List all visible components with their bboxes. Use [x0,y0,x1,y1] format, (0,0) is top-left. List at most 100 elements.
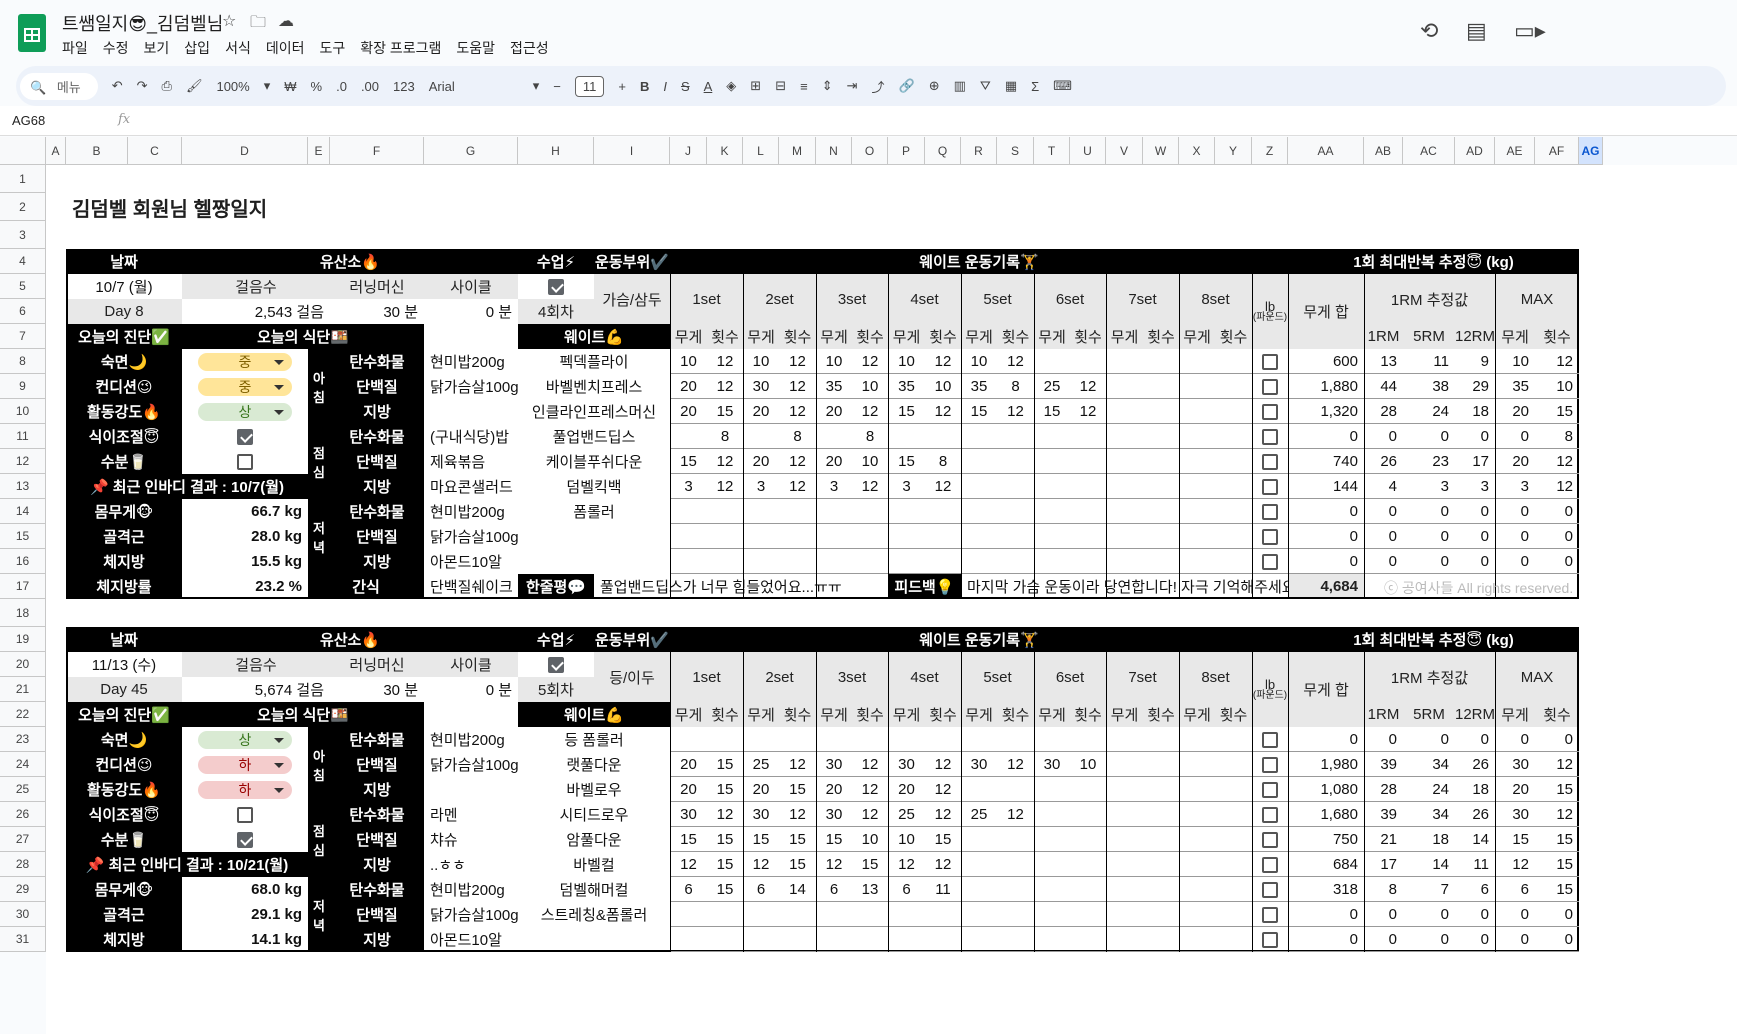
rm-value[interactable]: 0 [1364,424,1403,449]
set-value[interactable] [670,499,707,524]
set-value[interactable] [1179,877,1215,902]
lb-checkbox[interactable] [1252,877,1288,902]
set-value[interactable] [1143,927,1179,952]
exercise-name[interactable]: 인클라인프레스머신 [518,399,670,424]
exercise-name[interactable]: 바벨로우 [518,777,670,802]
column-header[interactable]: AC [1403,137,1455,165]
set-value[interactable] [852,727,888,752]
set-value[interactable]: 12 [707,349,743,374]
set-value[interactable]: 12 [707,802,743,827]
exercise-name[interactable]: 덤벨킥백 [518,474,670,499]
font-select[interactable]: Arial [429,79,519,94]
menu-item[interactable]: 접근성 [510,38,549,58]
set-value[interactable]: 20 [816,399,852,424]
rm-value[interactable]: 38 [1403,374,1455,399]
rm-value[interactable]: 11 [1403,349,1455,374]
rm-value[interactable]: 13 [1364,349,1403,374]
set-value[interactable] [1143,802,1179,827]
bold-icon[interactable]: B [640,79,649,94]
text-wrap-icon[interactable]: ⇥ [847,78,858,94]
set-value[interactable] [1143,474,1179,499]
checkbox[interactable] [1262,831,1278,848]
bodyweight-value[interactable]: 66.7 kg [182,499,308,524]
set-value[interactable] [1034,449,1070,474]
rm-value[interactable]: 0 [1455,424,1495,449]
checkbox[interactable] [1262,756,1278,773]
set-value[interactable] [816,549,852,574]
snack-value[interactable]: 단백질쉐이크 [424,574,518,599]
max-weight-value[interactable]: 35 [1495,374,1535,399]
set-value[interactable] [1070,424,1106,449]
insert-link-icon[interactable]: 🔗 [899,78,915,94]
set-value[interactable] [997,852,1034,877]
row-header[interactable]: 7 [0,324,46,349]
set-value[interactable] [997,499,1034,524]
sheets-logo-icon[interactable] [18,14,46,52]
set-value[interactable]: 12 [925,802,961,827]
set-value[interactable]: 10 [816,349,852,374]
currency-button[interactable]: ₩ [284,79,296,94]
sum-value[interactable]: 1,880 [1288,374,1364,399]
column-header[interactable]: D [182,137,308,165]
rm-value[interactable]: 28 [1364,777,1403,802]
set-value[interactable] [1179,752,1215,777]
set-value[interactable] [1034,524,1070,549]
column-header[interactable]: AD [1455,137,1495,165]
set-value[interactable] [1215,777,1252,802]
sheet-grid[interactable]: 김덤벨 회원님 헬짱일지 날짜 유산소🔥 수업⚡ 운동부위✔️ 웨이트 운동기록🏋️ 1회 … [46,165,1737,1034]
set-value[interactable]: 12 [670,852,707,877]
exercise-name[interactable]: 덤벨해머컬 [518,877,670,902]
rm-value[interactable]: 39 [1364,752,1403,777]
set-value[interactable] [997,727,1034,752]
set-value[interactable]: 12 [779,802,816,827]
meal-value[interactable]: ..ㅎㅎ [424,852,518,877]
rm-value[interactable]: 28 [1364,399,1403,424]
set-value[interactable] [1106,727,1143,752]
max-weight-value[interactable]: 0 [1495,549,1535,574]
column-header[interactable]: V [1106,137,1143,165]
max-reps-value[interactable]: 12 [1535,474,1579,499]
set-value[interactable]: 12 [707,374,743,399]
rm-value[interactable]: 0 [1403,902,1455,927]
rm-value[interactable]: 0 [1455,727,1495,752]
set-value[interactable] [1070,474,1106,499]
rm-value[interactable]: 18 [1403,827,1455,852]
fat-value[interactable]: 15.5 kg [182,549,308,574]
set-value[interactable]: 30 [888,752,925,777]
rm-value[interactable]: 0 [1403,549,1455,574]
class-checkbox[interactable] [518,652,594,677]
set-value[interactable] [852,524,888,549]
sum-value[interactable]: 600 [1288,349,1364,374]
filter-views-icon[interactable]: ▦ [1005,78,1017,94]
set-value[interactable]: 20 [816,449,852,474]
set-value[interactable] [1179,499,1215,524]
rm-value[interactable]: 0 [1364,727,1403,752]
lb-checkbox[interactable] [1252,349,1288,374]
menu-item[interactable]: 확장 프로그램 [360,38,441,58]
feedback-value[interactable]: 마지막 가슴 운동이라 당연합니다! 자극 기억해주세요 [961,574,1288,599]
rm-value[interactable]: 0 [1403,927,1455,952]
set-value[interactable] [961,474,997,499]
column-header[interactable]: G [424,137,518,165]
exercise-name[interactable]: 암풀다운 [518,827,670,852]
cond-dropdown[interactable]: 하 [182,752,308,777]
max-reps-value[interactable]: 0 [1535,524,1579,549]
column-header[interactable]: I [594,137,670,165]
set-value[interactable]: 15 [743,827,779,852]
row-header[interactable]: 21 [0,677,46,702]
column-header[interactable]: C [128,137,182,165]
set-value[interactable]: 15 [888,399,925,424]
set-value[interactable]: 30 [961,752,997,777]
bodyweight-value[interactable]: 68.0 kg [182,877,308,902]
set-value[interactable] [1143,424,1179,449]
set-value[interactable] [743,499,779,524]
set-value[interactable] [1179,827,1215,852]
lb-checkbox[interactable] [1252,752,1288,777]
set-value[interactable]: 15 [1034,399,1070,424]
row-header[interactable]: 16 [0,549,46,574]
set-value[interactable]: 10 [852,374,888,399]
row-header[interactable]: 27 [0,827,46,852]
row-header[interactable]: 15 [0,524,46,549]
set-value[interactable]: 6 [816,877,852,902]
set-value[interactable] [888,424,925,449]
